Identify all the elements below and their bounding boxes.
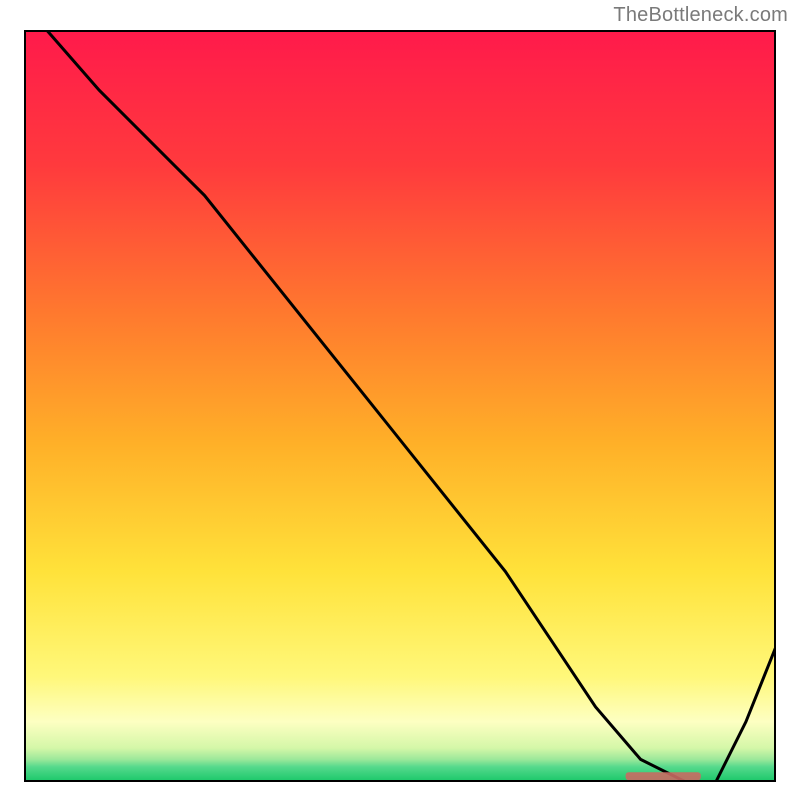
bottleneck-curve	[47, 30, 776, 782]
chart-overlay	[24, 30, 776, 782]
optimal-range-marker	[626, 772, 701, 780]
attribution-text: TheBottleneck.com	[613, 4, 788, 27]
